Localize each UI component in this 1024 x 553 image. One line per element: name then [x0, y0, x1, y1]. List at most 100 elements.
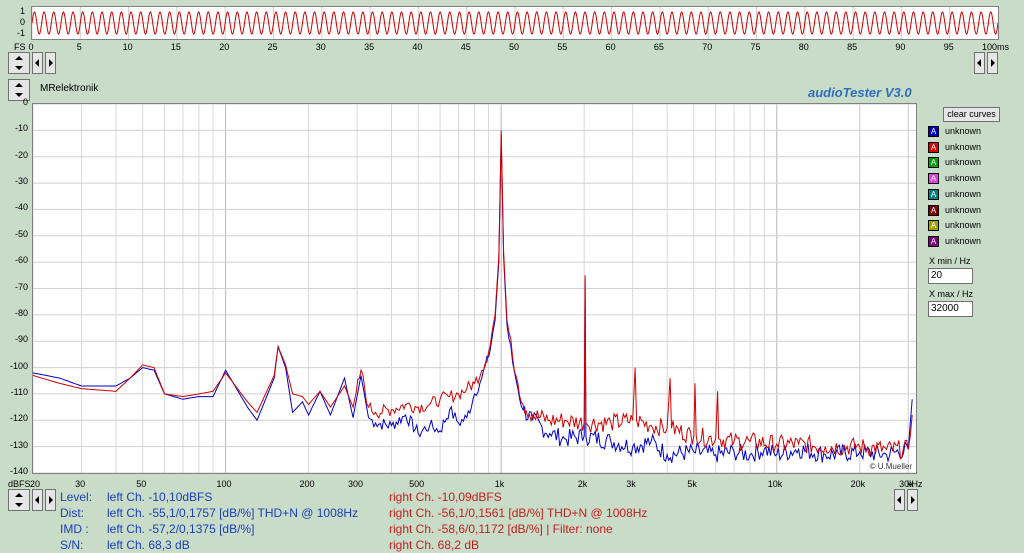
- y-axis-unit: dBFS: [8, 479, 31, 489]
- time-tick-label: 90: [895, 42, 906, 52]
- xmin-label: X min / Hz: [929, 256, 971, 266]
- y-tick-label: 0: [22, 97, 28, 107]
- time-tick-label: 45: [460, 42, 471, 52]
- app-title: audioTester V3.0: [808, 85, 912, 100]
- status-left-sn: left Ch. 68,3 dB: [107, 538, 190, 552]
- status-label-sn: S/N:: [60, 538, 84, 552]
- freq-range-right-button[interactable]: [907, 489, 918, 511]
- y-tick-label: -80: [14, 307, 28, 318]
- legend-swatch[interactable]: A: [928, 235, 939, 247]
- x-tick-label: 30: [75, 479, 86, 489]
- time-tick-label: 25: [267, 42, 278, 52]
- y-tick-label: -50: [14, 228, 28, 239]
- status-left-level: left Ch. -10,10dBFS: [107, 490, 213, 504]
- legend-label: unknown: [945, 157, 982, 168]
- legend-swatch[interactable]: A: [928, 220, 939, 232]
- legend-label: unknown: [945, 126, 982, 136]
- time-tick-label: 70: [702, 42, 713, 52]
- status-label-level: Level:: [60, 490, 93, 504]
- time-range-right-button[interactable]: [987, 52, 998, 74]
- y-tick-label: -40: [14, 202, 28, 213]
- y-tick-label: -130: [9, 439, 28, 450]
- time-axis-fs-label: FS: [14, 42, 26, 52]
- spectrum-plot: © U.Mueller: [32, 103, 917, 474]
- x-tick-label: 3k: [626, 479, 636, 489]
- legend-label: unknown: [945, 188, 982, 199]
- y-tick-label: -30: [14, 176, 28, 187]
- x-tick-label: 20: [30, 479, 41, 489]
- status-label-dist: Dist:: [60, 506, 84, 520]
- x-tick-label: 10k: [767, 479, 783, 489]
- copyright-label: © U.Mueller: [869, 462, 912, 471]
- y-tick-label: -110: [10, 386, 28, 397]
- y-tick-label: -70: [14, 281, 28, 292]
- legend-label: unknown: [945, 173, 982, 184]
- status-right-sn: right Ch. 68,2 dB: [389, 538, 480, 552]
- time-tick-label: 35: [364, 42, 375, 52]
- status-left-dist: left Ch. -55,1/0,1757 [dB/%] THD+N @ 100…: [107, 506, 359, 520]
- time-tick-label: 55: [557, 42, 568, 52]
- status-right-imd: right Ch. -58,6/0,1172 [dB/%] | Filter: …: [389, 522, 613, 536]
- freq-scale-spinner[interactable]: [8, 489, 30, 511]
- time-tick-label: 10: [122, 42, 133, 52]
- x-tick-label: 20k: [850, 479, 866, 489]
- y-tick-label: -100: [9, 360, 28, 371]
- status-label-imd: IMD :: [60, 522, 89, 536]
- time-range-left-button[interactable]: [974, 52, 985, 74]
- time-tick-label: 20: [219, 42, 230, 52]
- legend-label: unknown: [945, 220, 982, 231]
- x-tick-label: 200: [299, 479, 315, 489]
- time-tick-label: 85: [847, 42, 858, 52]
- time-tick-label: 60: [605, 42, 616, 52]
- legend-swatch[interactable]: A: [928, 204, 939, 216]
- time-tick-label: 30: [315, 42, 326, 52]
- x-axis-unit: kHz: [907, 479, 923, 489]
- legend-label: unknown: [945, 204, 982, 215]
- x-tick-label: 2k: [577, 479, 588, 489]
- status-left-imd: left Ch. -57,2/0,1375 [dB/%]: [107, 522, 255, 536]
- time-tick-label: 65: [653, 42, 664, 52]
- time-tick-label: 0: [28, 42, 34, 52]
- legend-swatch[interactable]: A: [928, 157, 939, 169]
- x-tick-label: 50: [136, 479, 147, 489]
- time-scroll-right-button[interactable]: [45, 52, 56, 74]
- spectrum-chart: [33, 104, 916, 473]
- legend-label: unknown: [945, 235, 982, 246]
- time-tick-label: 75: [750, 42, 761, 52]
- xmax-input[interactable]: 32000: [928, 301, 973, 317]
- freq-range-left-button[interactable]: [894, 489, 905, 511]
- y-tick-label: -10: [14, 123, 28, 134]
- time-scale-spinner[interactable]: [8, 52, 30, 74]
- y-tick-label: -60: [14, 255, 28, 266]
- y-tick-label: -90: [14, 334, 28, 345]
- x-tick-label: 100: [216, 479, 232, 489]
- legend-swatch[interactable]: A: [928, 188, 939, 200]
- legend-swatch[interactable]: A: [928, 173, 939, 185]
- time-y-label-bottom: -1: [17, 28, 26, 38]
- time-tick-label: 80: [798, 42, 809, 52]
- y-tick-label: -140: [9, 466, 28, 476]
- time-tick-label: 50: [509, 42, 520, 52]
- clear-curves-button[interactable]: clear curves: [943, 107, 1000, 122]
- time-y-label-mid: 0: [20, 17, 26, 27]
- y-tick-label: -20: [14, 149, 28, 160]
- time-axis-unit: 100ms: [982, 42, 1010, 52]
- freq-scroll-right-button[interactable]: [45, 489, 56, 511]
- legend-label: unknown: [945, 141, 982, 152]
- x-tick-label: 1k: [494, 479, 505, 489]
- time-y-label-top: 1: [20, 6, 26, 16]
- status-right-dist: right Ch. -56,1/0,1561 [dB/%] THD+N @ 10…: [389, 506, 648, 520]
- status-right-level: right Ch. -10,09dBFS: [389, 490, 502, 504]
- xmax-label: X max / Hz: [929, 289, 974, 299]
- author-label: MRelektronik: [40, 83, 99, 94]
- time-scroll-left-button[interactable]: [32, 52, 43, 74]
- time-tick-label: 15: [170, 42, 181, 52]
- y-tick-label: -120: [9, 413, 28, 424]
- x-tick-label: 300: [348, 479, 364, 489]
- legend-swatch[interactable]: A: [928, 126, 939, 137]
- time-domain-plot: [31, 6, 999, 40]
- time-tick-label: 5: [76, 42, 82, 52]
- legend-swatch[interactable]: A: [928, 141, 939, 153]
- freq-scroll-left-button[interactable]: [32, 489, 43, 511]
- xmin-input[interactable]: 20: [928, 268, 973, 284]
